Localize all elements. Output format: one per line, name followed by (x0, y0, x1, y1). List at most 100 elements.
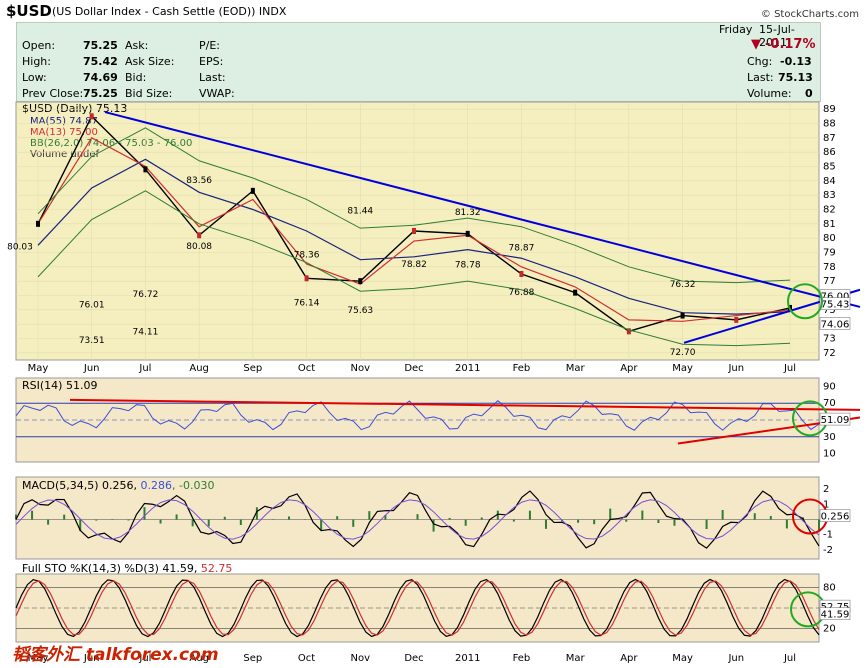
macd-label-b: 0.286 (141, 479, 173, 492)
price-point (734, 316, 739, 323)
sto-y-tick: 80 (823, 583, 836, 594)
macd-label: MACD(5,34,5) 0.256, 0.286, -0.030 (22, 479, 214, 492)
legend-ma13: MA(13) 75.00 (30, 127, 98, 138)
price-point (412, 228, 416, 234)
rsi-y-tick: 70 (823, 398, 836, 409)
price-annotation: 81.32 (455, 208, 481, 218)
watermark: 韬客外汇 talkforex.com (12, 645, 219, 665)
macd-histogram-bar (288, 516, 291, 520)
macd-histogram-bar (191, 519, 194, 527)
macd-histogram-bar (673, 519, 676, 526)
macd-histogram-bar (625, 519, 628, 522)
legend-volume: Volume undef (30, 149, 100, 160)
macd-histogram-bar (480, 517, 483, 520)
macd-y-tick: -1 (823, 530, 833, 541)
rsi-y-tick: 10 (823, 449, 836, 460)
macd-histogram-bar (705, 519, 708, 530)
price-y-tick: 89 (823, 104, 836, 115)
price-x-tick: Nov (351, 363, 371, 374)
rsi-right-label: 51.09 (821, 415, 850, 426)
price-point (250, 187, 255, 194)
macd-histogram-bar (320, 519, 323, 531)
macd-histogram-bar (593, 519, 596, 525)
price-x-tick: Feb (513, 363, 531, 374)
macd-histogram-bar (368, 511, 371, 520)
sto-x-tick: Feb (513, 653, 531, 664)
macd-histogram-bar (352, 519, 355, 527)
price-x-tick: Jun (83, 363, 100, 374)
price-x-tick: Jul (783, 363, 796, 374)
price-annotation: 73.51 (79, 336, 105, 346)
sto-x-tick: Apr (620, 653, 638, 664)
rsi-y-tick: 30 (823, 432, 836, 443)
price-annotation: 76.88 (509, 288, 535, 298)
price-point (143, 166, 148, 173)
macd-histogram-bar (207, 519, 210, 527)
macd-histogram-bar (47, 519, 50, 525)
macd-histogram-bar (721, 510, 724, 520)
price-annotation: 76.72 (133, 290, 159, 300)
macd-histogram-bar (416, 514, 419, 520)
price-y-tick: 81 (823, 219, 836, 230)
sto-x-tick: 2011 (455, 653, 480, 664)
price-annotation: 74.11 (133, 328, 159, 338)
price-point (197, 232, 202, 239)
price-point (89, 113, 94, 120)
price-point (36, 220, 40, 227)
price-y-tick: 82 (823, 205, 836, 216)
price-annotation: 78.87 (509, 243, 535, 253)
price-y-tick: 73 (823, 334, 836, 345)
price-y-tick: 84 (823, 176, 836, 187)
price-y-tick: 72 (823, 348, 836, 359)
macd-histogram-bar (159, 519, 162, 524)
price-y-tick: 85 (823, 162, 836, 173)
price-x-tick: Aug (189, 363, 209, 374)
macd-histogram-bar (127, 519, 130, 521)
macd-histogram-bar (577, 519, 580, 523)
sto-right-label: 41.59 (821, 610, 850, 621)
price-x-tick: Dec (404, 363, 423, 374)
price-point (573, 289, 578, 296)
price-x-tick: Oct (298, 363, 315, 374)
price-x-tick: May (28, 363, 49, 374)
macd-label-a: MACD(5,34,5) 0.256, (22, 479, 137, 492)
macd-histogram-bar (239, 519, 242, 525)
price-point (304, 275, 309, 282)
macd-histogram-bar (223, 516, 226, 520)
sto-y-tick: 20 (823, 623, 836, 634)
price-right-label: 74.06 (821, 319, 850, 330)
macd-y-tick: 2 (823, 484, 829, 495)
macd-histogram-bar (336, 516, 339, 520)
macd-histogram-bar (753, 513, 756, 520)
price-annotation: 75.63 (347, 306, 373, 316)
price-point (358, 278, 363, 285)
price-x-tick: Jul (138, 363, 151, 374)
macd-histogram-bar (432, 519, 435, 532)
sto-x-tick: Jul (783, 653, 796, 664)
price-annotation: 80.03 (7, 243, 33, 253)
price-y-tick: 77 (823, 276, 836, 287)
price-x-tick: 2011 (455, 363, 480, 374)
price-annotation: 78.36 (294, 251, 320, 261)
sto-label-b: 52.75 (201, 562, 233, 575)
price-x-tick: May (672, 363, 693, 374)
price-x-tick: Sep (243, 363, 262, 374)
price-annotation: 78.78 (455, 261, 481, 271)
macd-histogram-bar (464, 519, 467, 526)
price-right-label: 75.43 (821, 300, 850, 311)
price-annotation: 80.08 (186, 242, 212, 252)
price-y-tick: 88 (823, 119, 836, 130)
price-point (519, 271, 524, 277)
macd-histogram-bar (528, 510, 531, 520)
price-point (680, 312, 685, 319)
macd-histogram-bar (544, 519, 547, 529)
macd-histogram-bar (63, 514, 66, 520)
macd-histogram-bar (175, 514, 178, 520)
sto-x-tick: Oct (298, 653, 315, 664)
macd-histogram-bar (95, 519, 98, 521)
price-y-tick: 80 (823, 233, 836, 244)
price-y-tick: 87 (823, 133, 836, 144)
rsi-y-tick: 90 (823, 381, 836, 392)
sto-x-tick: May (672, 653, 693, 664)
macd-histogram-bar (143, 507, 146, 520)
